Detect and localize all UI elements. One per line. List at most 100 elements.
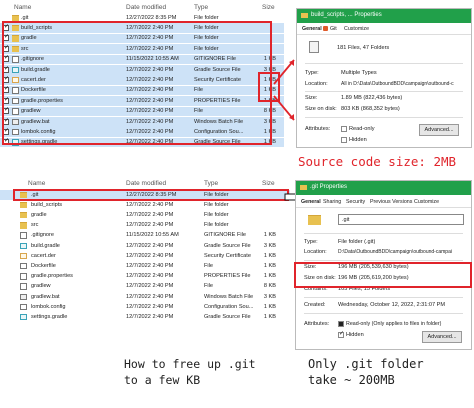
- row-date: 12/7/2022 2:40 PM: [126, 303, 174, 310]
- tab-general[interactable]: General: [302, 26, 322, 32]
- row-type: Configuration Sou...: [204, 303, 254, 310]
- row-date: 12/7/2022 2:40 PM: [126, 262, 174, 269]
- git-location-value: D:\Data\OutboundBDD\campaign\outbound-ca…: [338, 249, 452, 255]
- type-column-header[interactable]: Type: [194, 4, 208, 11]
- size-column-header[interactable]: Size: [262, 4, 275, 11]
- row-name: build_scripts: [31, 201, 63, 208]
- row-size: 1 KB: [263, 252, 276, 259]
- size-column-header[interactable]: Size: [262, 180, 275, 187]
- row-size: 1 KB: [263, 262, 276, 269]
- type-column-header[interactable]: Type: [204, 180, 218, 187]
- table-row[interactable]: cacert.der 12/7/2022 2:40 PM Security Cert…: [0, 251, 290, 261]
- row-size: 8 KB: [263, 283, 276, 290]
- top-dialog-titlebar: build_scripts, ... Properties: [297, 9, 471, 23]
- top-size-disk-value: 803 KB (868,352 bytes): [341, 106, 400, 112]
- table-row[interactable]: build_scripts 12/7/2022 2:40 PM File folde…: [0, 200, 290, 210]
- table-row[interactable]: src 12/7/2022 2:40 PM File folder: [0, 221, 290, 231]
- tab-previous-versions[interactable]: Previous Versions: [370, 199, 412, 205]
- row-type: Gradle Source File: [204, 242, 251, 249]
- contains-divider: [304, 297, 463, 298]
- row-date: 11/15/2022 10:55 AM: [126, 232, 179, 239]
- folder-icon: [300, 185, 307, 190]
- source-size-annotation: Source code size: 2MB: [298, 154, 457, 169]
- row-type: Gradle Source File: [204, 313, 251, 320]
- table-row[interactable]: lombok.config 12/7/2022 2:40 PM Configurat…: [0, 302, 290, 312]
- top-dialog-tabs: General Git Customize: [297, 24, 471, 34]
- tab-general[interactable]: General: [301, 199, 321, 205]
- row-name: gradlew.bat: [31, 293, 60, 300]
- created-divider: [304, 313, 463, 314]
- table-row[interactable]: gradle 12/7/2022 2:40 PM File folder: [0, 210, 290, 220]
- row-date: 12/27/2022 8:35 PM: [126, 14, 177, 21]
- checkmark-icon: ✓: [339, 331, 345, 337]
- row-type: File folder: [194, 14, 219, 21]
- git-advanced-button[interactable]: Advanced...: [422, 331, 462, 343]
- table-row[interactable]: build.gradle 12/7/2022 2:40 PM Gradle Sour…: [0, 241, 290, 251]
- row-size: 1 KB: [263, 303, 276, 310]
- git-size-line-1: Only .git folder: [308, 357, 424, 371]
- table-row[interactable]: gradle.properties 12/7/2022 2:40 PM PROPER…: [0, 272, 290, 282]
- row-type: File: [204, 262, 214, 269]
- name-column-header[interactable]: Name: [14, 4, 31, 11]
- row-size: 1 KB: [263, 232, 276, 239]
- row-date: 12/7/2022 2:40 PM: [126, 201, 174, 208]
- row-type: Security Certificate: [204, 252, 251, 259]
- row-name: gradlew: [31, 283, 51, 290]
- folder-icon: [301, 13, 308, 18]
- top-type-value: Multiple Types: [341, 70, 377, 76]
- git-readonly-checkbox[interactable]: [338, 321, 344, 327]
- git-dialog-title: .git Properties: [310, 184, 348, 190]
- top-size-disk-label: Size on disk:: [305, 106, 337, 112]
- row-name: cacert.der: [31, 252, 56, 259]
- name-divider: [304, 233, 463, 234]
- git-created-label: Created:: [304, 302, 326, 308]
- tab-sharing[interactable]: Sharing: [323, 199, 341, 205]
- table-row[interactable]: settings.gradle 12/7/2022 2:40 PM Gradle S…: [0, 312, 290, 322]
- row-date: 12/7/2022 2:40 PM: [126, 242, 174, 249]
- date-column-header[interactable]: Date modified: [126, 180, 166, 187]
- git-attributes-label: Attributes:: [304, 321, 330, 327]
- table-row[interactable]: .gitignore 11/15/2022 10:55 AM GITIGNORE F…: [0, 231, 290, 241]
- date-column-header[interactable]: Date modified: [126, 4, 166, 11]
- top-hidden-checkbox[interactable]: [341, 137, 347, 143]
- table-row[interactable]: gradlew.bat 12/7/2022 2:40 PM Windows Batc…: [0, 292, 290, 302]
- folder-name-value: .git: [342, 217, 350, 223]
- git-type-value: File folder (.git): [338, 239, 376, 245]
- git-folder-highlight: [13, 189, 289, 201]
- row-name: src: [31, 222, 39, 229]
- row-date: 12/7/2022 2:40 PM: [126, 273, 174, 280]
- row-name: .git: [21, 14, 29, 21]
- free-up-line-1: How to free up .git: [124, 357, 256, 371]
- row-name: gradle.properties: [31, 273, 73, 280]
- git-hidden-label: Hidden: [346, 332, 364, 338]
- tab-customize[interactable]: Customize: [414, 199, 439, 205]
- folder-name-input[interactable]: .git: [338, 214, 464, 225]
- tab-security[interactable]: Security: [346, 199, 365, 205]
- table-row[interactable]: gradlew 12/7/2022 2:40 PM File 8 KB: [0, 282, 290, 292]
- folder-icon: [20, 211, 27, 219]
- batch-file-icon: [20, 293, 27, 300]
- tab-divider: [296, 207, 471, 208]
- top-readonly-checkbox[interactable]: [341, 126, 347, 132]
- git-hidden-checkbox[interactable]: ✓: [338, 331, 345, 338]
- location-divider: [304, 260, 463, 261]
- row-type: Windows Batch File: [204, 293, 254, 300]
- table-row[interactable]: Dockerfile 12/7/2022 2:40 PM File 1 KB: [0, 261, 290, 271]
- free-up-annotation: How to free up .git to a few KB: [124, 356, 256, 388]
- top-advanced-button[interactable]: Advanced...: [419, 124, 459, 136]
- tab-customize[interactable]: Customize: [344, 26, 369, 32]
- git-folder-icon: [308, 215, 321, 225]
- name-column-header[interactable]: Name: [28, 180, 45, 187]
- row-type: File folder: [204, 201, 229, 208]
- git-location-label: Location:: [304, 249, 327, 255]
- git-icon: [323, 26, 328, 31]
- top-location-label: Location:: [305, 81, 328, 87]
- gradle-file-icon: [20, 242, 27, 249]
- top-type-label: Type:: [305, 70, 319, 76]
- git-size-highlight: [294, 262, 472, 288]
- row-size: 1 KB: [263, 273, 276, 280]
- row-type: File: [204, 283, 214, 290]
- tab-git[interactable]: Git: [330, 26, 337, 32]
- row-date: 12/7/2022 2:40 PM: [126, 293, 174, 300]
- git-dialog-tabs: General Sharing Security Previous Versio…: [296, 197, 471, 207]
